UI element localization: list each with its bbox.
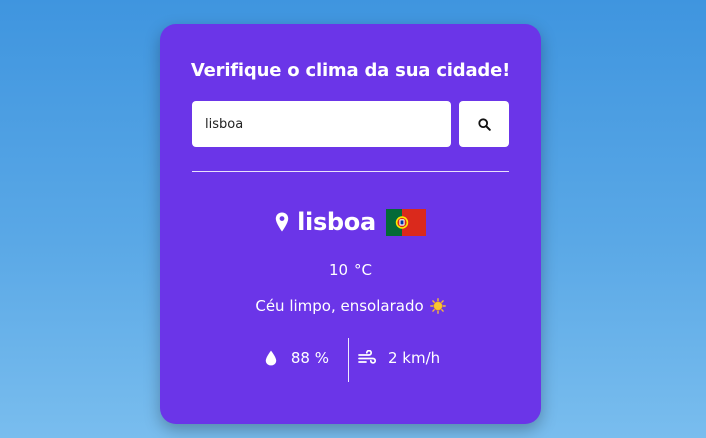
wind: 2 km/h (358, 349, 440, 367)
wind-icon (358, 350, 376, 364)
humidity-value: 88 % (290, 349, 329, 367)
details-separator (348, 338, 349, 382)
city-search-input[interactable] (192, 101, 451, 147)
weather-details: 88 % 2 km/h (160, 338, 541, 382)
sun-icon (429, 298, 446, 314)
card-title: Verifique o clima da sua cidade! (190, 60, 511, 81)
temperature-value: 10 (328, 261, 349, 279)
search-icon (477, 117, 491, 131)
water-drop-icon (265, 350, 277, 366)
city-name: lisboa (297, 208, 376, 236)
search-button[interactable] (459, 101, 509, 147)
weather-description-row: Céu limpo, ensolarado (160, 296, 541, 316)
portugal-flag-icon (385, 208, 426, 236)
divider (192, 171, 509, 172)
temperature-unit: °C (354, 261, 373, 279)
map-pin-icon (275, 212, 289, 232)
wind-value: 2 km/h (388, 349, 441, 367)
humidity: 88 % (265, 349, 329, 367)
weather-card: Verifique o clima da sua cidade! lisboa … (160, 24, 541, 424)
weather-description: Céu limpo, ensolarado (255, 297, 424, 315)
city-row: lisboa (160, 206, 541, 238)
temperature: 10 °C (160, 261, 541, 279)
